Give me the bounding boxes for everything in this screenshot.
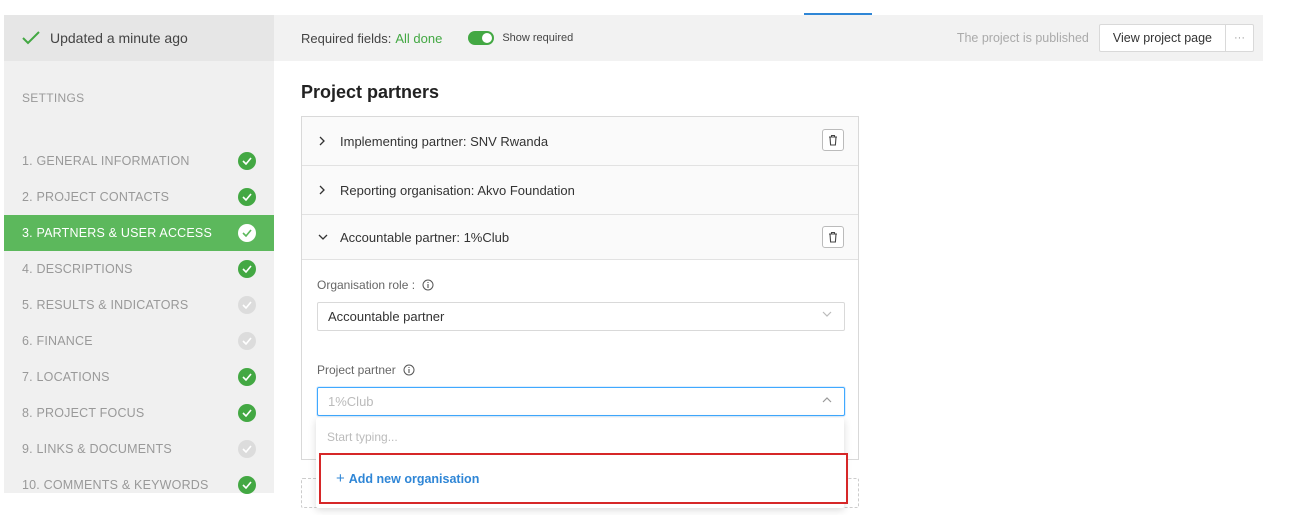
sidebar-item-label: 2. PROJECT CONTACTS bbox=[22, 190, 170, 204]
sidebar-item-label: 5. RESULTS & INDICATORS bbox=[22, 298, 189, 312]
sidebar-item-general-information[interactable]: 1. GENERAL INFORMATION bbox=[4, 143, 274, 179]
sidebar-item-links-documents[interactable]: 9. LINKS & DOCUMENTS bbox=[4, 431, 274, 467]
required-fields-label: Required fields: bbox=[301, 30, 392, 46]
partner-row-label: Accountable partner: 1%Club bbox=[340, 229, 510, 245]
sidebar-item-label: 6. FINANCE bbox=[22, 334, 93, 348]
info-icon[interactable] bbox=[422, 279, 434, 291]
complete-check-icon bbox=[238, 152, 256, 170]
sidebar-item-project-focus[interactable]: 8. PROJECT FOCUS bbox=[4, 395, 274, 431]
chevron-up-icon bbox=[822, 396, 832, 403]
chevron-down-icon bbox=[822, 311, 832, 318]
complete-check-icon bbox=[238, 188, 256, 206]
incomplete-check-icon bbox=[238, 440, 256, 458]
organisation-role-select[interactable]: Accountable partner bbox=[317, 302, 845, 331]
page: Updated a minute ago SETTINGS 1. GENERAL… bbox=[0, 0, 1308, 515]
chevron-right-icon bbox=[318, 185, 332, 195]
sidebar-item-descriptions[interactable]: 4. DESCRIPTIONS bbox=[4, 251, 274, 287]
sidebar-item-comments-keywords[interactable]: 10. COMMENTS & KEYWORDS bbox=[4, 467, 274, 503]
sidebar-section-title: SETTINGS bbox=[22, 91, 85, 105]
partner-row-label: Implementing partner: SNV Rwanda bbox=[340, 133, 549, 149]
sidebar-item-label: 1. GENERAL INFORMATION bbox=[22, 154, 190, 168]
checkmark-icon bbox=[22, 31, 42, 45]
sidebar-item-partners-user-access[interactable]: 3. PARTNERS & USER ACCESS bbox=[4, 215, 274, 251]
organisation-search-input[interactable]: Start typing... bbox=[316, 418, 844, 456]
delete-icon[interactable] bbox=[822, 129, 844, 151]
partner-row-implementing[interactable]: Implementing partner: SNV Rwanda bbox=[302, 117, 858, 166]
view-project-page-button[interactable]: View project page bbox=[1098, 24, 1226, 52]
sidebar-item-results-indicators[interactable]: 5. RESULTS & INDICATORS bbox=[4, 287, 274, 323]
sidebar-item-label: 10. COMMENTS & KEYWORDS bbox=[22, 478, 209, 492]
project-partner-value: 1%Club bbox=[328, 394, 374, 409]
sidebar-item-project-contacts[interactable]: 2. PROJECT CONTACTS bbox=[4, 179, 274, 215]
show-required-label: Show required bbox=[502, 32, 574, 44]
partner-row-reporting[interactable]: Reporting organisation: Akvo Foundation bbox=[302, 166, 858, 215]
chevron-right-icon bbox=[318, 136, 332, 146]
add-new-organisation-button[interactable]: + Add new organisation bbox=[319, 453, 848, 504]
chevron-down-icon bbox=[318, 233, 332, 241]
organisation-role-value: Accountable partner bbox=[328, 309, 445, 324]
partner-dropdown: Start typing... + Add new organisation bbox=[316, 418, 848, 508]
plus-icon: + bbox=[336, 470, 345, 487]
save-status-text: Updated a minute ago bbox=[50, 30, 188, 46]
project-partner-label: Project partner bbox=[317, 363, 415, 377]
delete-icon[interactable] bbox=[822, 226, 844, 248]
complete-check-icon bbox=[238, 404, 256, 422]
header-bar: Required fields: All done Show required … bbox=[274, 15, 1263, 61]
sidebar-item-label: 3. PARTNERS & USER ACCESS bbox=[22, 226, 213, 240]
more-options-button[interactable]: ··· bbox=[1226, 24, 1254, 52]
page-title: Project partners bbox=[301, 82, 440, 102]
save-status: Updated a minute ago bbox=[4, 15, 274, 61]
required-fields-status: All done bbox=[395, 30, 443, 46]
sidebar-item-label: 7. LOCATIONS bbox=[22, 370, 110, 384]
incomplete-check-icon bbox=[238, 332, 256, 350]
complete-check-icon bbox=[238, 224, 256, 242]
organisation-role-label: Organisation role : bbox=[317, 278, 434, 292]
sidebar-item-label: 4. DESCRIPTIONS bbox=[22, 262, 133, 276]
published-status: The project is published bbox=[956, 31, 1089, 45]
show-required-toggle[interactable] bbox=[468, 31, 495, 45]
complete-check-icon bbox=[238, 260, 256, 278]
incomplete-check-icon bbox=[238, 296, 256, 314]
sidebar-item-locations[interactable]: 7. LOCATIONS bbox=[4, 359, 274, 395]
partner-row-accountable[interactable]: Accountable partner: 1%Club bbox=[302, 215, 858, 260]
sidebar-item-label: 9. LINKS & DOCUMENTS bbox=[22, 442, 172, 456]
sidebar-item-label: 8. PROJECT FOCUS bbox=[22, 406, 145, 420]
partners-panel: Implementing partner: SNV Rwanda Reporti… bbox=[301, 116, 859, 460]
partner-row-label: Reporting organisation: Akvo Foundation bbox=[340, 182, 575, 198]
project-partner-select[interactable]: 1%Club bbox=[317, 387, 845, 416]
complete-check-icon bbox=[238, 368, 256, 386]
sidebar-item-finance[interactable]: 6. FINANCE bbox=[4, 323, 274, 359]
complete-check-icon bbox=[238, 476, 256, 494]
add-new-organisation-label: Add new organisation bbox=[348, 471, 480, 486]
info-icon[interactable] bbox=[403, 364, 415, 376]
sidebar: Updated a minute ago SETTINGS 1. GENERAL… bbox=[4, 15, 274, 494]
